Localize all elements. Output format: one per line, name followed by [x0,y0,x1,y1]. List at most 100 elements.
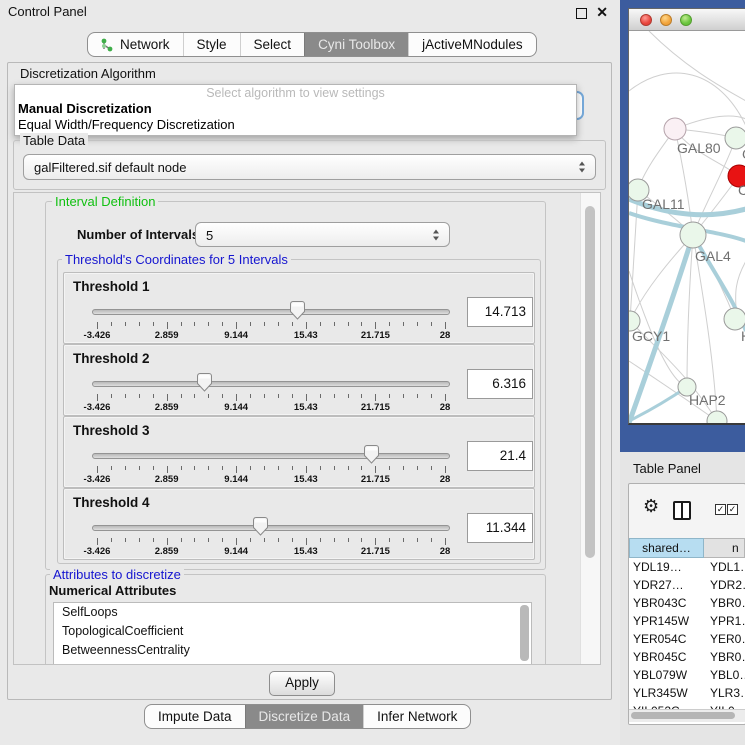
tab-style[interactable]: Style [183,33,240,56]
node-bottom[interactable] [707,411,727,423]
checkbox-icon[interactable]: ✓ [727,504,738,515]
slider-track[interactable] [92,309,450,315]
tab-jactivemnodules[interactable]: jActiveMNodules [408,33,536,56]
threshold-slider[interactable]: -3.4262.8599.14415.4321.71528 [92,444,450,486]
threshold-value-field[interactable]: 11.344 [467,513,533,543]
mac-minimize-icon[interactable] [660,14,672,26]
slider-track[interactable] [92,525,450,531]
slider-tick [292,322,293,326]
threshold-slider[interactable]: -3.4262.8599.14415.4321.71528 [92,516,450,558]
gear-icon[interactable]: ⚙ [643,496,659,517]
algorithm-option-equal-width[interactable]: Equal Width/Frequency Discretization [18,117,235,132]
cell-shared-name[interactable]: YPR145W [629,612,704,630]
cell-name[interactable]: YLR3… [704,684,745,702]
cell-shared-name[interactable]: YDR27… [629,576,704,594]
slider-tick-label: 15.43 [294,402,318,413]
bottom-tab-infer-network[interactable]: Infer Network [363,705,470,728]
table-row[interactable]: YPR145WYPR1… [629,612,745,630]
tab-cyni-toolbox[interactable]: Cyni Toolbox [304,33,408,56]
slider-handle[interactable] [290,301,305,320]
threshold-slider[interactable]: -3.4262.8599.14415.4321.71528 [92,300,450,342]
column-header-name[interactable]: n [704,538,745,558]
scrollbar-thumb[interactable] [631,712,735,719]
slider-tick [306,538,307,545]
attribute-list-item[interactable]: BetweennessCentrality [54,641,531,660]
slider-handle[interactable] [197,373,212,392]
cell-name[interactable]: YER0… [704,630,745,648]
settings-vertical-scrollbar[interactable] [580,193,600,664]
table-data-combobox[interactable]: galFiltered.sif default node [23,154,596,180]
slider-tick [389,538,390,542]
cell-shared-name[interactable]: YDL19… [629,558,704,576]
bottom-tab-discretize-data[interactable]: Discretize Data [245,705,364,728]
slider-tick [375,394,376,401]
slider-tick [250,538,251,542]
threshold-slider[interactable]: -3.4262.8599.14415.4321.71528 [92,372,450,414]
table-row[interactable]: YDR27…YDR2… [629,576,745,594]
mac-close-icon[interactable] [640,14,652,26]
number-of-intervals-combobox[interactable]: 5 [195,222,450,247]
attributes-list-scrollbar[interactable] [520,605,529,661]
cell-shared-name[interactable]: YBR043C [629,594,704,612]
cell-name[interactable]: YDL1… [704,558,745,576]
table-row[interactable]: YBL079WYBL0… [629,666,745,684]
mac-zoom-icon[interactable] [680,14,692,26]
slider-handle[interactable] [364,445,379,464]
node-right-mid[interactable] [724,308,745,330]
node-gal4[interactable] [680,222,706,248]
close-icon[interactable]: ✕ [596,3,608,21]
table-horizontal-scrollbar[interactable] [629,709,745,722]
table-row[interactable]: YBR043CYBR0… [629,594,745,612]
scrollbar-thumb[interactable] [585,206,595,558]
cell-name[interactable]: YPR1… [704,612,745,630]
tab-label: Infer Network [377,705,457,728]
cell-name[interactable]: YBR0… [704,648,745,666]
tab-network[interactable]: Network [88,33,183,56]
slider-tick [236,538,237,545]
slider-track[interactable] [92,381,450,387]
attribute-list-item[interactable]: TopologicalCoefficient [54,622,531,641]
attributes-group-label: Attributes to discretize [50,567,184,582]
cell-name[interactable]: YBL0… [704,666,745,684]
slider-handle[interactable] [253,517,268,536]
cell-name[interactable]: YBR0… [704,594,745,612]
slider-tick-label: -3.426 [84,546,111,557]
numerical-attributes-list[interactable]: SelfLoopsTopologicalCoefficientBetweenne… [53,602,532,665]
cell-shared-name[interactable]: YLR345W [629,684,704,702]
float-window-icon[interactable] [576,8,587,19]
node-gal80[interactable] [664,118,686,140]
network-edge[interactable] [630,235,693,321]
slider-tick [194,466,195,470]
slider-tick [167,322,168,329]
table-row[interactable]: YER054CYER0… [629,630,745,648]
threshold-value-field[interactable]: 14.713 [467,297,533,327]
threshold-value-field[interactable]: 6.316 [467,369,533,399]
table-row[interactable]: YBR045CYBR0… [629,648,745,666]
bottom-tab-impute-data[interactable]: Impute Data [145,705,245,728]
attribute-list-item[interactable]: SelfLoops [54,603,531,622]
network-edge[interactable] [630,190,638,321]
apply-button[interactable]: Apply [269,671,335,696]
split-columns-icon[interactable] [673,501,691,520]
network-edge[interactable] [629,73,745,126]
algorithm-option-manual[interactable]: Manual Discretization [18,101,152,116]
cell-shared-name[interactable]: YER054C [629,630,704,648]
cell-name[interactable]: YDR2… [704,576,745,594]
slider-tick [431,466,432,470]
table-rows: YDL19…YDL1…YDR27…YDR2…YBR043CYBR0…YPR145… [629,558,745,724]
column-header-shared[interactable]: shared… [629,538,704,558]
checkbox-icon[interactable]: ✓ [715,504,726,515]
slider-tick [181,394,182,398]
cell-shared-name[interactable]: YBR045C [629,648,704,666]
network-edge[interactable] [649,31,745,101]
table-row[interactable]: YDL19…YDL1… [629,558,745,576]
slider-tick [153,538,154,542]
slider-tick [111,466,112,470]
table-row[interactable]: YLR345WYLR3… [629,684,745,702]
tab-select[interactable]: Select [240,33,305,56]
slider-tick [445,394,446,401]
slider-track[interactable] [92,453,450,459]
threshold-value-field[interactable]: 21.4 [467,441,533,471]
network-canvas[interactable]: GAL80GCGAL11GAL4GCY1HHAP2 [629,31,745,423]
cell-shared-name[interactable]: YBL079W [629,666,704,684]
